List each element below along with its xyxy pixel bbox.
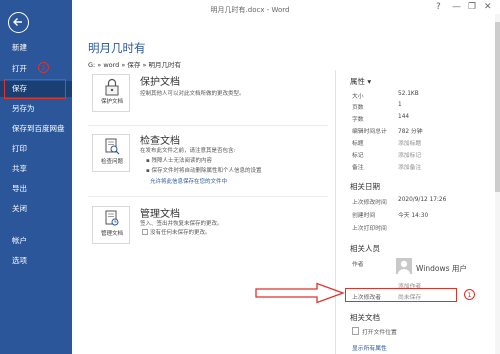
prop-value-pages: 1: [398, 102, 402, 108]
date-value-created: 今天 14:30: [398, 213, 429, 219]
manage-document-icon: [105, 210, 119, 226]
related-docs-header: 相关文档: [350, 313, 380, 322]
close-button[interactable]: ✕: [484, 2, 492, 12]
nav-account[interactable]: 帐户: [0, 233, 72, 249]
inspect-document-title: 检查文档: [140, 136, 180, 147]
nav-save-to-baidu[interactable]: 保存到百度网盘: [0, 121, 72, 137]
check-for-issues-card-label: 检查问题: [100, 159, 123, 165]
properties-header[interactable]: 属性 ▾: [350, 76, 371, 87]
minimize-button[interactable]: —: [452, 2, 461, 12]
related-dates-header: 相关日期: [350, 182, 380, 191]
show-all-properties-link[interactable]: 显示所有属性: [352, 343, 387, 352]
inspect-document-icon: [105, 138, 120, 155]
protect-document-card-label: 保护文档: [100, 99, 123, 105]
backstage-sidebar: 新建 打开 保存 另存为 保存到百度网盘 打印 共享 导出 关闭 帐户 选项: [0, 0, 72, 354]
window-title: 明月几时有.docx - Word: [210, 6, 290, 14]
manage-document-card-label: 管理文档: [100, 231, 123, 237]
restore-button[interactable]: ❐: [468, 2, 476, 12]
nav-close[interactable]: 关闭: [0, 201, 72, 217]
breadcrumb[interactable]: G: » word » 保存 » 明月几时有: [88, 59, 181, 69]
protect-document-button[interactable]: 保护文档: [92, 74, 130, 112]
last-modified-highlight-box: [345, 288, 457, 302]
date-label-created: 创建时间: [352, 213, 376, 219]
author-name[interactable]: Windows 用户: [416, 263, 467, 274]
protect-document-title: 保护文档: [140, 77, 180, 88]
annotation-arrow-icon: [255, 282, 345, 304]
nav-export[interactable]: 导出: [0, 181, 72, 197]
manage-document-title: 管理文档: [140, 209, 180, 220]
annotation-2-marker: 2: [38, 62, 49, 73]
nav-share[interactable]: 共享: [0, 161, 72, 177]
nav-options[interactable]: 选项: [0, 253, 72, 269]
date-label-modified: 上次修改时间: [352, 200, 387, 206]
scrollbar-thumb[interactable]: [495, 22, 500, 192]
avatar: [396, 258, 412, 274]
save-highlight-box: [4, 79, 66, 99]
lock-icon: [105, 78, 119, 96]
inspect-document-desc: 在发布此文件之前，请注意其是否包含:: [140, 148, 236, 154]
help-button[interactable]: ?: [436, 2, 441, 12]
protect-document-desc: 控制其他人可以对此文档所做的更改类型。: [140, 91, 245, 97]
back-arrow-icon: [13, 18, 22, 26]
prop-value-words: 144: [398, 114, 410, 120]
prop-value-size: 52.1KB: [398, 91, 419, 97]
allow-info-link[interactable]: 允许将此信息保存在您的文件中: [150, 177, 227, 185]
prop-value-title[interactable]: 添加标题: [398, 138, 421, 147]
nav-open[interactable]: 打开: [0, 61, 72, 77]
document-small-icon: [142, 229, 148, 235]
inspect-bullet-1: ▪ 残障人士无法阅读的内容: [146, 158, 212, 164]
folder-icon: [352, 327, 359, 335]
section-divider: [88, 196, 328, 197]
manage-document-desc: 签入、签出并恢复未保存的更改。: [140, 221, 223, 227]
section-divider: [88, 125, 328, 126]
prop-label-comments: 备注: [352, 165, 364, 171]
nav-save-as[interactable]: 另存为: [0, 101, 72, 117]
date-value-modified: 2020/9/12 17:26: [398, 197, 447, 203]
prop-label-words: 字数: [352, 117, 364, 123]
open-file-location-link[interactable]: 打开文件位置: [362, 327, 397, 336]
prop-label-size: 大小: [352, 94, 364, 100]
inspect-bullet-2: ▪ 保存文件时将自动删除属性和个人信息的设置: [146, 168, 262, 174]
no-unsaved-changes-text: 没有任何未保存的更改。: [150, 230, 211, 236]
word-backstage: 明月几时有.docx - Word ? — ❐ ✕ 新建 打开 保存 另存为 保…: [0, 0, 500, 354]
properties-divider: [335, 70, 336, 354]
prop-label-tags: 标记: [352, 153, 364, 159]
prop-label-title: 标题: [352, 141, 364, 147]
page-title: 明月几时有: [88, 41, 146, 55]
prop-label-pages: 页数: [352, 105, 364, 111]
manage-document-button[interactable]: 管理文档: [92, 206, 130, 244]
related-people-header: 相关人员: [350, 244, 380, 253]
nav-print[interactable]: 打印: [0, 141, 72, 157]
back-button[interactable]: [8, 12, 29, 33]
nav-new[interactable]: 新建: [0, 40, 72, 56]
check-for-issues-button[interactable]: 检查问题: [92, 134, 130, 172]
prop-value-comments[interactable]: 添加备注: [398, 162, 421, 171]
user-icon: [398, 260, 410, 274]
prop-value-tags[interactable]: 添加标记: [398, 150, 421, 159]
annotation-1-marker: 1: [464, 289, 475, 300]
date-label-printed: 上次打印时间: [352, 226, 387, 232]
author-label: 作者: [352, 262, 364, 268]
prop-label-edit-time: 编辑时间总计: [352, 129, 387, 135]
prop-value-edit-time: 782 分钟: [398, 129, 423, 135]
